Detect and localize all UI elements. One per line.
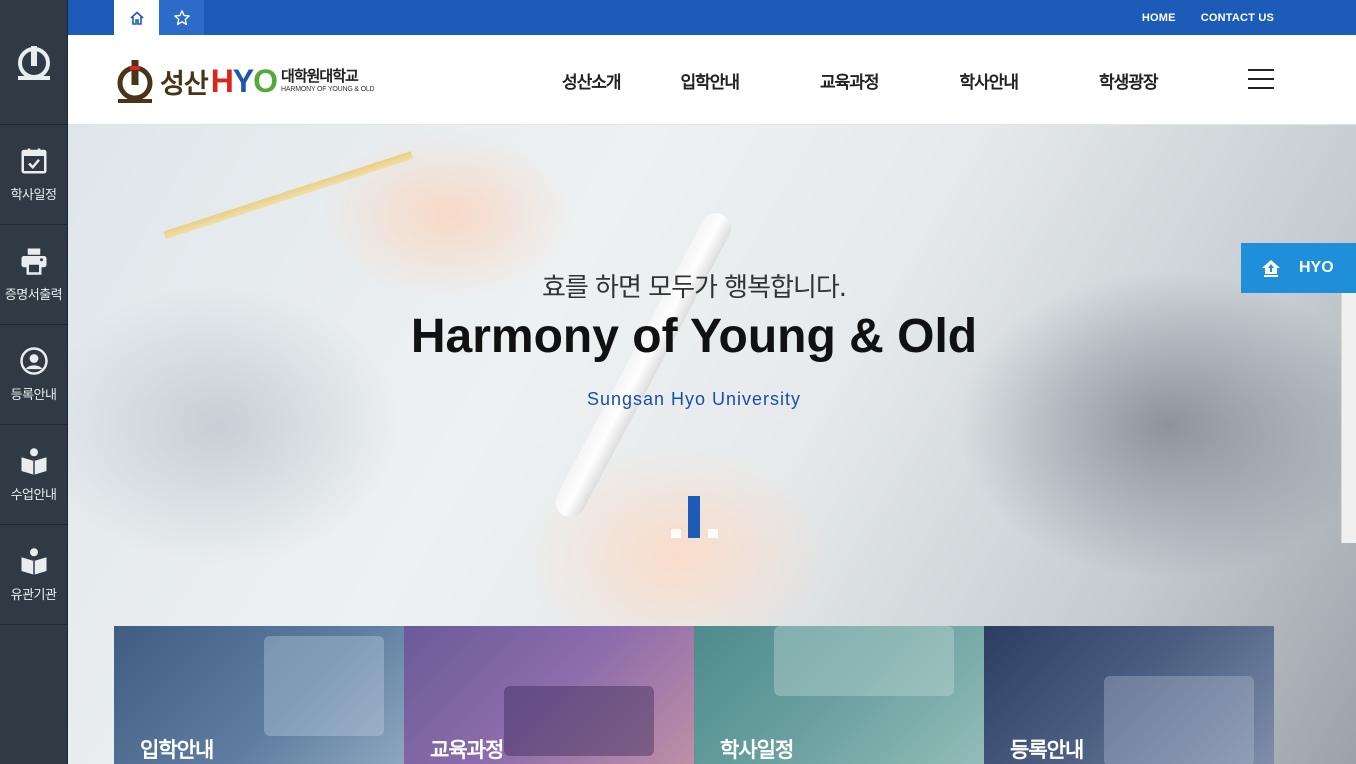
card-admission[interactable]: 입학안내 xyxy=(114,626,404,764)
user-circle-icon xyxy=(19,347,48,375)
utility-links: HOME CONTACT US xyxy=(1142,0,1274,35)
sidebar-item-class-info[interactable]: 수업안내 xyxy=(0,425,67,525)
home-tab-button[interactable] xyxy=(114,0,159,35)
home-icon xyxy=(129,10,144,25)
card-academic-calendar[interactable]: 학사일정 xyxy=(694,626,984,764)
sidebar-item-registration[interactable]: 등록안내 xyxy=(0,325,67,425)
sidebar-logo[interactable] xyxy=(0,0,67,125)
top-utility-bar: HOME CONTACT US xyxy=(68,0,1356,35)
sidebar-item-certificate-print[interactable]: 증명서출력 xyxy=(0,225,67,325)
hero-pencil-decoration xyxy=(163,151,414,240)
logo-letter-h: H xyxy=(210,62,234,99)
home-upload-icon xyxy=(1262,260,1280,277)
sidebar-item-label: 학사일정 xyxy=(10,188,57,203)
slide-dot[interactable] xyxy=(708,529,718,538)
quick-cards: 입학안내 교육과정 학사일정 등록안내 xyxy=(114,626,1274,764)
hero-subtitle: 효를 하면 모두가 행복합니다. xyxy=(541,273,847,303)
card-label: 교육과정 xyxy=(430,738,504,762)
site-logo[interactable]: 성산 H Y O 대학원대학교 HARMONY OF YOUNG & OLD xyxy=(114,57,375,105)
nav-item-about[interactable]: 성산소개 xyxy=(540,68,640,93)
university-emblem-icon xyxy=(117,60,153,103)
printer-icon xyxy=(21,248,46,275)
hamburger-menu-button[interactable] xyxy=(1248,69,1274,89)
menu-line xyxy=(1248,87,1274,89)
book-reader-icon xyxy=(21,548,46,575)
sidebar-item-related-institutions[interactable]: 유관기관 xyxy=(0,525,67,625)
card-photo-decoration xyxy=(504,686,654,756)
floating-panel-scrollbar[interactable] xyxy=(1341,293,1356,543)
nav-item-academic[interactable]: 학사안내 xyxy=(919,68,1059,93)
logo-subtitle: 대학원대학교 HARMONY OF YOUNG & OLD xyxy=(281,67,375,94)
menu-line xyxy=(1248,78,1274,80)
favorite-tab-button[interactable] xyxy=(159,0,204,35)
card-photo-decoration xyxy=(1104,676,1254,764)
nav-item-student[interactable]: 학생광장 xyxy=(1059,68,1199,93)
card-photo-decoration xyxy=(264,636,384,736)
logo-name-kr: 성산 xyxy=(160,68,209,100)
hero-title: Harmony of Young & Old xyxy=(410,310,978,363)
menu-line xyxy=(1248,69,1274,71)
hero-tagline: Sungsan Hyo University xyxy=(586,389,802,409)
logo-subtitle-en: HARMONY OF YOUNG & OLD xyxy=(281,86,375,93)
logo-letter-o: O xyxy=(253,62,278,99)
sidebar-item-academic-calendar[interactable]: 학사일정 xyxy=(0,125,67,225)
nav-item-admission[interactable]: 입학안내 xyxy=(640,68,780,93)
card-label: 학사일정 xyxy=(720,738,794,762)
home-link[interactable]: HOME xyxy=(1142,12,1176,24)
sidebar-item-label: 증명서출력 xyxy=(4,288,63,303)
slide-pager xyxy=(671,496,721,538)
sidebar-item-label: 수업안내 xyxy=(10,488,57,503)
logo-letter-y: Y xyxy=(232,62,254,99)
book-reader-icon xyxy=(21,448,46,475)
card-label: 입학안내 xyxy=(140,738,214,762)
hero-stylus-decoration xyxy=(550,207,737,523)
contact-us-link[interactable]: CONTACT US xyxy=(1201,12,1274,24)
card-photo-decoration xyxy=(774,626,954,696)
quick-sidebar: 학사일정 증명서출력 등록안내 수업안내 유관기관 xyxy=(0,0,68,764)
star-icon xyxy=(173,9,190,25)
site-header: 성산 H Y O 대학원대학교 HARMONY OF YOUNG & OLD 성… xyxy=(68,35,1356,125)
slide-dot-active[interactable] xyxy=(688,496,700,538)
sidebar-item-label: 등록안내 xyxy=(10,388,57,403)
card-curriculum[interactable]: 교육과정 xyxy=(404,626,694,764)
hyo-floating-label: HYO xyxy=(1299,259,1334,276)
calendar-check-icon xyxy=(21,148,46,174)
hyo-floating-button[interactable]: HYO xyxy=(1241,243,1356,293)
main-nav: 성산소개 입학안내 교육과정 학사안내 학생광장 xyxy=(540,35,1198,125)
logo-subtitle-kr: 대학원대학교 xyxy=(281,67,359,85)
nav-item-curriculum[interactable]: 교육과정 xyxy=(780,68,920,93)
slide-dot[interactable] xyxy=(671,529,681,538)
sidebar-item-label: 유관기관 xyxy=(10,588,57,603)
card-registration[interactable]: 등록안내 xyxy=(984,626,1274,764)
card-label: 등록안내 xyxy=(1010,738,1084,762)
university-emblem-icon xyxy=(17,46,50,80)
